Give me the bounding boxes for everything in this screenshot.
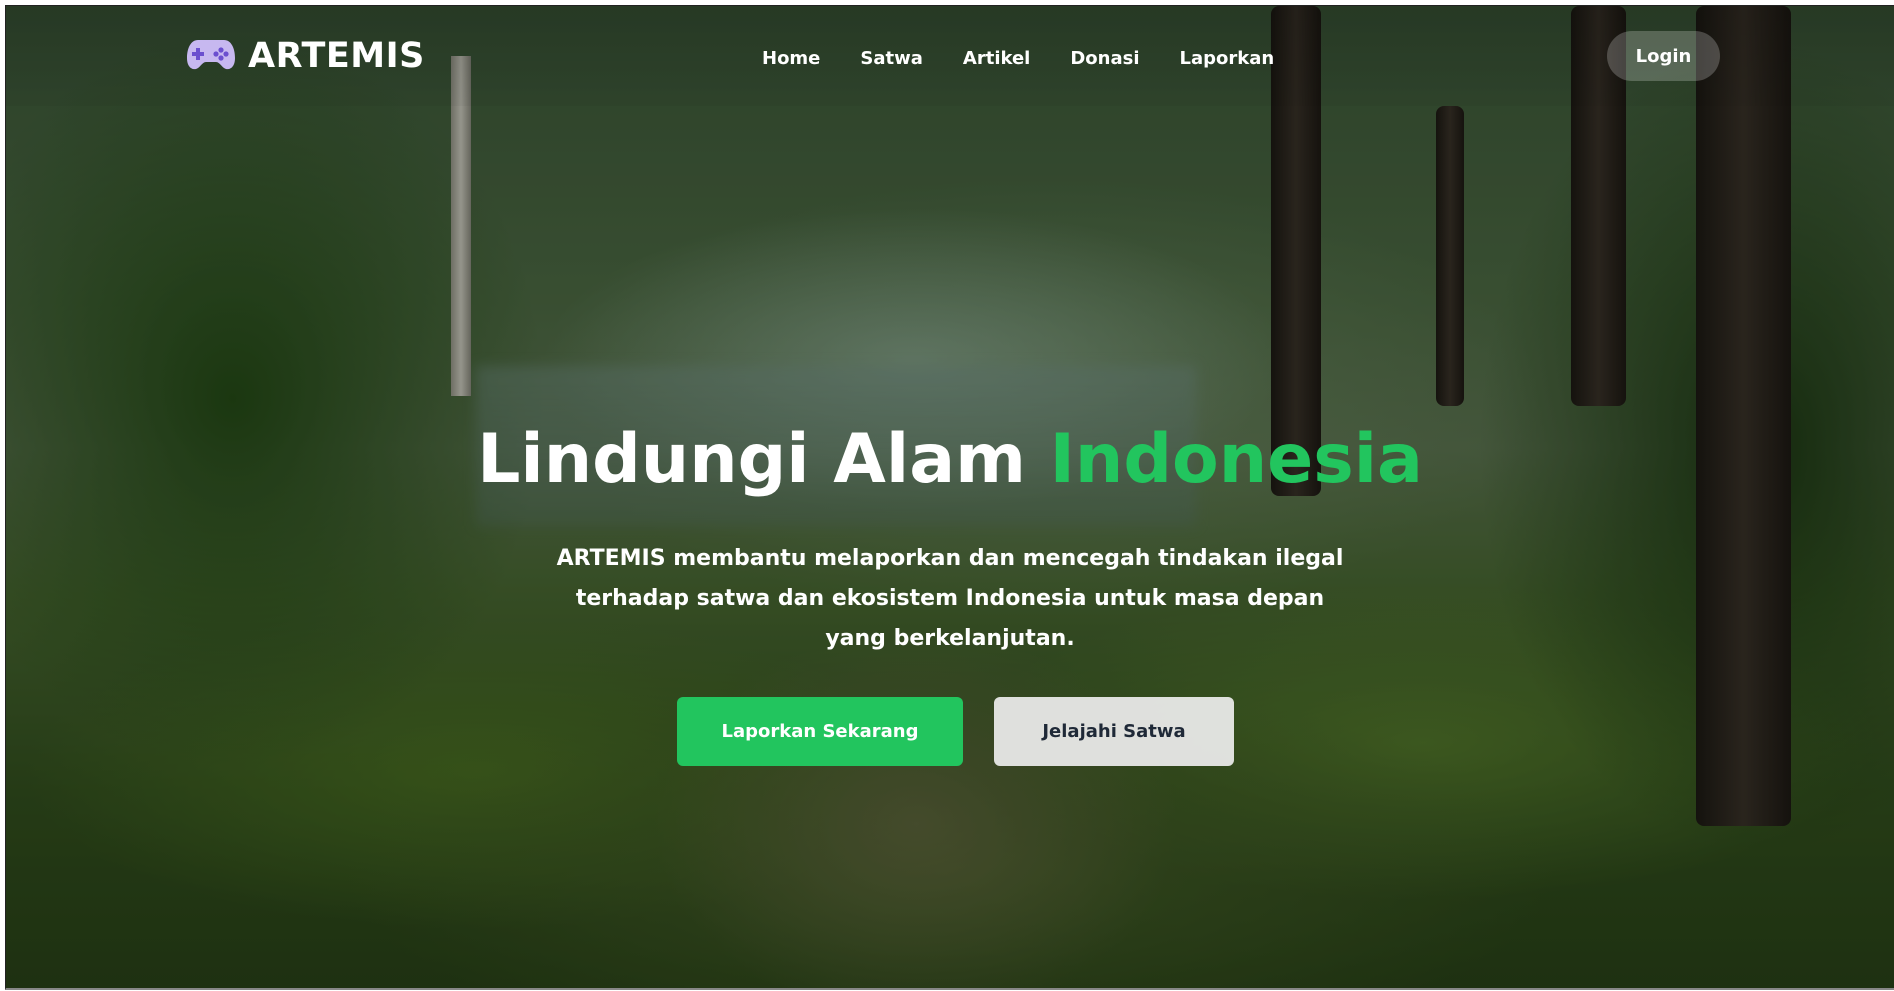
login-button[interactable]: Login <box>1607 31 1720 81</box>
nav-home[interactable]: Home <box>762 48 820 69</box>
hero-title: Lindungi Alam Indonesia <box>6 426 1894 494</box>
nav-links: Home Satwa Artikel Donasi Laporkan <box>762 48 1314 69</box>
brand-logo[interactable]: ARTEMIS <box>186 36 425 76</box>
browser-viewport: ARTEMIS Home Satwa Artikel Donasi Lapork… <box>5 5 1894 990</box>
nav-satwa[interactable]: Satwa <box>860 48 923 69</box>
report-now-button[interactable]: Laporkan Sekarang <box>677 697 963 766</box>
top-navbar: ARTEMIS Home Satwa Artikel Donasi Lapork… <box>6 6 1894 106</box>
nav-donasi[interactable]: Donasi <box>1070 48 1139 69</box>
gamepad-icon <box>186 36 236 76</box>
nav-laporkan[interactable]: Laporkan <box>1180 48 1275 69</box>
hero-title-accent: Indonesia <box>1049 420 1423 499</box>
hero-description: ARTEMIS membantu melaporkan dan mencegah… <box>556 546 1344 651</box>
nav-artikel[interactable]: Artikel <box>963 48 1030 69</box>
brand-name: ARTEMIS <box>248 36 425 76</box>
explore-wildlife-button[interactable]: Jelajahi Satwa <box>994 697 1234 766</box>
hero-title-main: Lindungi Alam <box>477 420 1050 499</box>
